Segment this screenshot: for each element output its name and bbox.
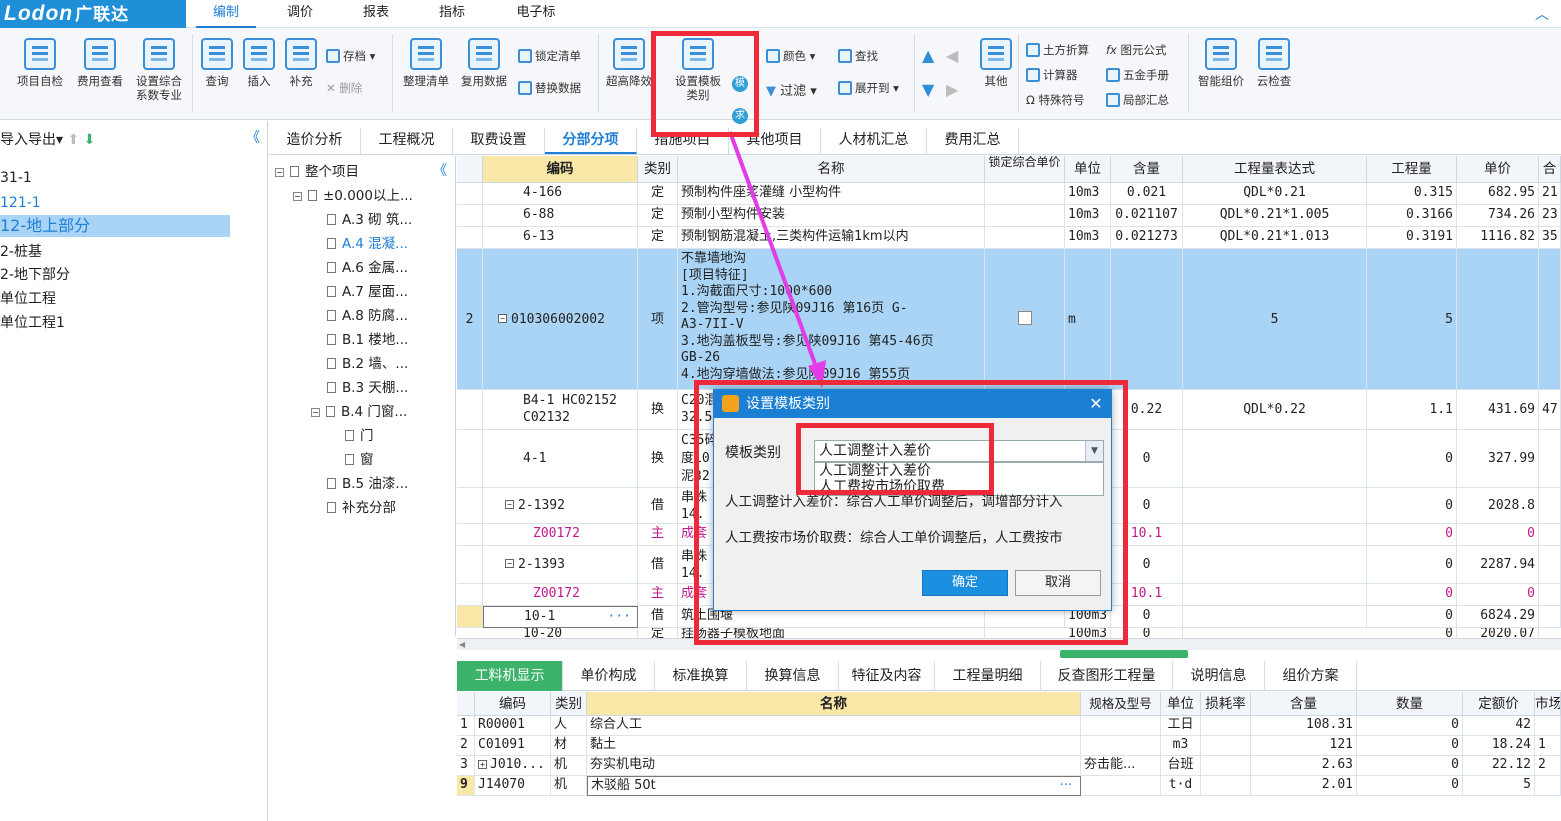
cancel-button[interactable]: 取消	[1015, 570, 1101, 596]
template-type-value: 人工调整计入差价	[819, 443, 931, 459]
dialog-titlebar: 设置模板类别 ✕	[714, 390, 1111, 418]
set-template-category-dialog: 设置模板类别 ✕ 模板类别 人工调整计入差价 ▼ 人工调整计入差价 人工费按市场…	[713, 389, 1112, 611]
dialog-title: 设置模板类别	[746, 396, 830, 412]
app-icon	[722, 395, 739, 412]
chevron-down-icon[interactable]: ▼	[1085, 441, 1103, 461]
ok-button[interactable]: 确定	[922, 570, 1008, 596]
close-icon[interactable]: ✕	[1084, 390, 1108, 418]
arrow-line	[728, 131, 820, 373]
dropdown-option[interactable]: 人工调整计入差价	[815, 463, 1103, 479]
description-2: 人工费按市场价取费：综合人工单价调整后，人工费按市	[725, 530, 1063, 546]
template-type-select[interactable]: 人工调整计入差价 ▼	[814, 440, 1104, 462]
arrow-head	[808, 360, 826, 388]
template-type-label: 模板类别	[725, 445, 781, 461]
description-1: 人工调整计入差价：综合人工单价调整后，调增部分计入	[725, 494, 1063, 510]
